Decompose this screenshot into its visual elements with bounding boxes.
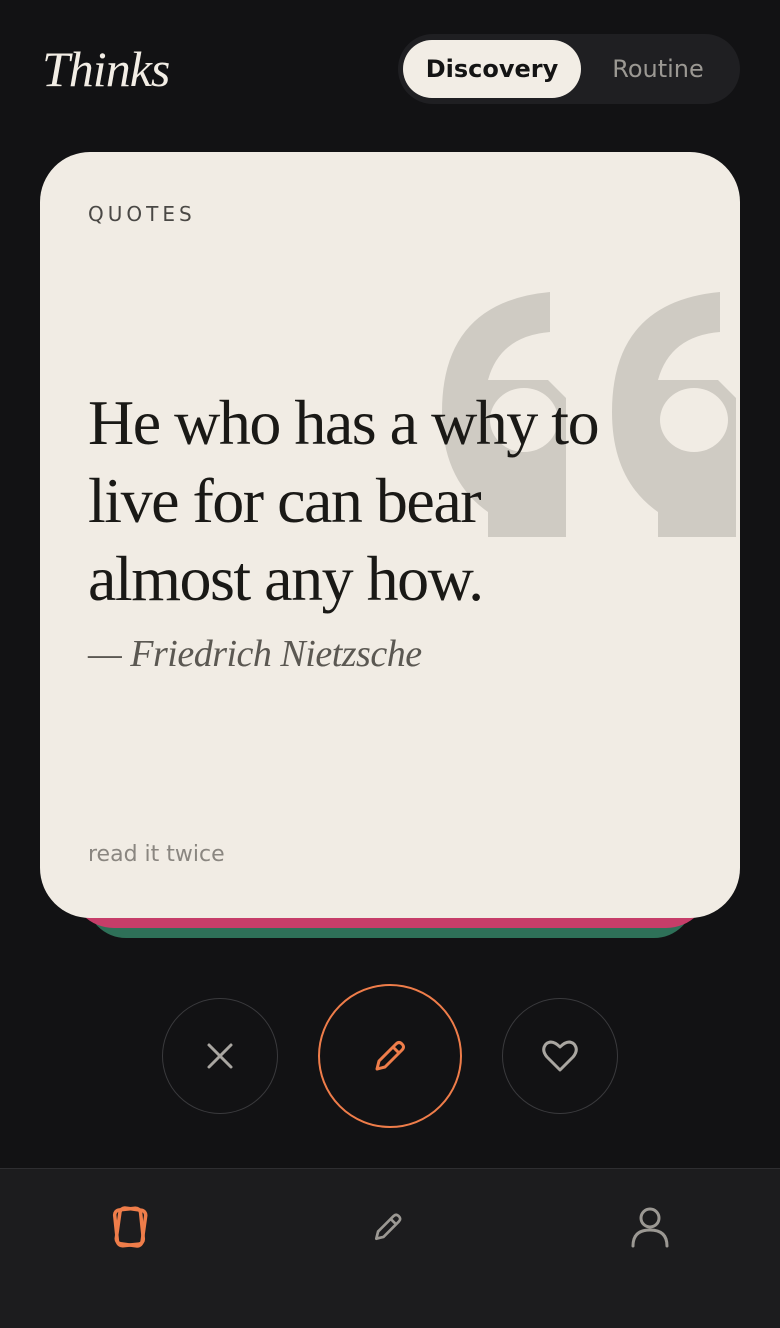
like-button[interactable]: [502, 998, 618, 1114]
quote-text: He who has a why to live for can bear al…: [88, 387, 600, 614]
card-category: QUOTES: [88, 202, 196, 226]
heart-icon: [542, 1040, 578, 1072]
mode-switcher: Discovery Routine: [398, 34, 740, 104]
card-note: read it twice: [88, 842, 225, 867]
dismiss-button[interactable]: [162, 998, 278, 1114]
quote-card[interactable]: QUOTES He who has a why to live for can …: [40, 152, 740, 918]
write-button[interactable]: [318, 984, 462, 1128]
bottom-tab-bar: [0, 1168, 780, 1328]
person-icon: [631, 1207, 669, 1248]
tab-discovery[interactable]: Discovery: [403, 40, 581, 98]
cards-icon: [112, 1206, 148, 1248]
tab-write[interactable]: [358, 1197, 418, 1257]
app-logo: Thinks: [42, 41, 170, 97]
close-icon: [207, 1043, 233, 1069]
pencil-icon: [374, 1213, 402, 1241]
pencil-icon: [375, 1041, 405, 1071]
tab-cards[interactable]: [100, 1197, 160, 1257]
quote-author: — Friedrich Nietzsche: [88, 633, 422, 675]
tab-routine[interactable]: Routine: [588, 40, 728, 98]
tab-profile[interactable]: [620, 1197, 680, 1257]
